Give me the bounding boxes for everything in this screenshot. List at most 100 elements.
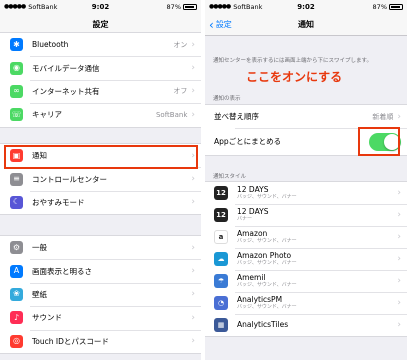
section-header-style: 通知スタイル bbox=[213, 174, 247, 180]
app-text: 12 DAYS バッジ、サウンド、バナー bbox=[237, 184, 397, 201]
settings-row-label: Touch IDとパスコード bbox=[32, 336, 109, 346]
status-bar: ●●●●● SoftBank 9:02 87% bbox=[0, 0, 201, 13]
app-name: Amemil bbox=[237, 272, 266, 282]
app-subtitle: バッジ、サウンド、バナー bbox=[237, 238, 297, 245]
highlight-frame bbox=[4, 145, 198, 169]
settings-row-label: おやすみモード bbox=[32, 197, 85, 207]
back-button[interactable]: ‹ 設定 bbox=[209, 13, 232, 36]
battery-icon bbox=[389, 3, 403, 10]
app-text: AnalyticsPM バッジ、サウンド、バナー bbox=[237, 294, 397, 311]
bluetooth-icon: ✱ bbox=[10, 38, 23, 52]
chevron-right-icon: › bbox=[397, 188, 401, 198]
settings-row[interactable]: ≡ コントロールセンター › bbox=[0, 167, 201, 190]
sound-icon: ♪ bbox=[10, 311, 23, 325]
app-text: Amazon バッジ、サウンド、バナー bbox=[237, 228, 397, 245]
settings-row[interactable]: ∞ インターネット共有 オフ › bbox=[0, 79, 201, 103]
page-title: 通知 bbox=[298, 19, 314, 29]
analytics-icon: ◔ bbox=[214, 296, 228, 310]
app-subtitle: バナー bbox=[237, 216, 253, 223]
twelve-days-icon: 12 bbox=[214, 208, 228, 222]
page-title: 設定 bbox=[92, 19, 109, 29]
settings-row-label: モバイルデータ通信 bbox=[32, 63, 100, 73]
callout-text: ここをオンにする bbox=[243, 68, 346, 85]
settings-row[interactable]: ⚙ 一般 › bbox=[0, 236, 201, 259]
app-subtitle: バッジ、サウンド、バナー bbox=[237, 282, 297, 289]
chevron-right-icon: › bbox=[191, 266, 195, 277]
amazon-icon: a bbox=[214, 230, 228, 244]
description-text: 通知センターを表示するには画面上端から下にスワイプします。 bbox=[213, 58, 372, 64]
app-subtitle: バッジ、サウンド、バナー bbox=[237, 194, 297, 201]
app-text: Amazon Photo バッジ、サウンド、バナー bbox=[237, 250, 397, 267]
app-name: Amazon bbox=[237, 228, 268, 238]
settings-row[interactable]: A 画面表示と明るさ › bbox=[0, 259, 201, 282]
chevron-right-icon: › bbox=[397, 111, 401, 122]
highlight-frame bbox=[358, 127, 400, 156]
text-size-icon: A bbox=[10, 264, 23, 278]
settings-row[interactable]: ☾ おやすみモード › bbox=[0, 190, 201, 214]
app-text: Amemil バッジ、サウンド、バナー bbox=[237, 272, 397, 289]
app-row[interactable]: 12 12 DAYS バナー › bbox=[205, 204, 407, 226]
settings-row-label: サウンド bbox=[32, 313, 62, 323]
chevron-right-icon: › bbox=[397, 232, 401, 242]
settings-row[interactable]: ✱ Bluetooth オン › bbox=[0, 33, 201, 56]
antenna-icon: ◉ bbox=[10, 61, 23, 75]
app-subtitle: バッジ、サウンド、バナー bbox=[237, 304, 297, 311]
settings-row-label: 壁紙 bbox=[32, 289, 47, 299]
settings-row-value: オン bbox=[173, 40, 188, 49]
sort-order-row[interactable]: 並べ替え順序 新着順 › bbox=[205, 105, 407, 128]
chevron-right-icon: › bbox=[191, 242, 195, 253]
group-by-app-label: Appごとにまとめる bbox=[214, 137, 282, 146]
settings-row-value: オフ bbox=[173, 87, 188, 96]
chevron-right-icon: › bbox=[191, 39, 195, 50]
chevron-left-icon: ‹ bbox=[209, 17, 214, 32]
app-row[interactable]: ▦ AnalyticsTiles › bbox=[205, 314, 407, 336]
chevron-right-icon: › bbox=[191, 312, 195, 323]
chevron-right-icon: › bbox=[191, 86, 195, 97]
clock: 9:02 bbox=[297, 2, 315, 11]
chevron-right-icon: › bbox=[191, 336, 195, 347]
section-header-view: 通知の表示 bbox=[213, 96, 241, 102]
back-label: 設定 bbox=[215, 20, 232, 29]
app-text: AnalyticsTiles bbox=[237, 319, 397, 329]
settings-group-connectivity: ✱ Bluetooth オン › ◉ モバイルデータ通信 › ∞ インターネット共有 オフ › ☏ キャ… bbox=[0, 32, 201, 128]
settings-row-label: 一般 bbox=[32, 243, 47, 253]
phone-icon: ☏ bbox=[10, 108, 23, 122]
settings-row[interactable]: ❀ 壁紙 › bbox=[0, 282, 201, 306]
twelve-days-icon: 12 bbox=[214, 186, 228, 200]
chevron-right-icon: › bbox=[191, 174, 195, 185]
app-row[interactable]: 12 12 DAYS バッジ、サウンド、バナー › bbox=[205, 182, 407, 204]
app-name: 12 DAYS bbox=[237, 184, 269, 194]
sort-order-value: 新着順 bbox=[372, 112, 394, 121]
nav-bar: ‹ 設定 通知 bbox=[205, 13, 407, 36]
app-text: 12 DAYS バナー bbox=[237, 206, 397, 223]
settings-row[interactable]: ♪ サウンド › bbox=[0, 306, 201, 329]
app-row[interactable]: ☁ Amazon Photo バッジ、サウンド、バナー › bbox=[205, 248, 407, 270]
app-row[interactable]: ☂ Amemil バッジ、サウンド、バナー › bbox=[205, 270, 407, 292]
analytics-tiles-icon: ▦ bbox=[214, 318, 228, 332]
app-name: AnalyticsTiles bbox=[237, 319, 289, 329]
settings-row[interactable]: ☏ キャリア SoftBank › bbox=[0, 103, 201, 126]
notifications-screen: ●●●●● SoftBank 9:02 87% ‹ 設定 通知 通知センターを表示… bbox=[205, 0, 407, 360]
clock: 9:02 bbox=[91, 2, 110, 11]
settings-row-label: 画面表示と明るさ bbox=[32, 266, 92, 276]
settings-row[interactable]: ◉ モバイルデータ通信 › bbox=[0, 56, 201, 79]
app-name: Amazon Photo bbox=[237, 250, 292, 260]
app-subtitle: バッジ、サウンド、バナー bbox=[237, 260, 297, 267]
chevron-right-icon: › bbox=[191, 63, 195, 74]
amemil-icon: ☂ bbox=[214, 274, 228, 288]
settings-row-value: SoftBank bbox=[155, 110, 188, 119]
chevron-right-icon: › bbox=[397, 276, 401, 286]
chevron-right-icon: › bbox=[397, 210, 401, 220]
fingerprint-icon: ◎ bbox=[10, 334, 23, 348]
settings-row-label: Bluetooth bbox=[32, 40, 69, 50]
settings-row[interactable]: ◎ Touch IDとパスコード › bbox=[0, 329, 201, 353]
app-row[interactable]: ◔ AnalyticsPM バッジ、サウンド、バナー › bbox=[205, 292, 407, 314]
settings-row-label: コントロールセンター bbox=[32, 174, 107, 184]
app-row[interactable]: a Amazon バッジ、サウンド、バナー › bbox=[205, 226, 407, 248]
battery-icon bbox=[183, 3, 197, 10]
moon-icon: ☾ bbox=[10, 195, 23, 209]
settings-row-label: インターネット共有 bbox=[32, 86, 100, 96]
app-name: AnalyticsPM bbox=[237, 294, 283, 304]
app-name: 12 DAYS bbox=[237, 206, 269, 216]
sort-order-label: 並べ替え順序 bbox=[214, 112, 259, 121]
